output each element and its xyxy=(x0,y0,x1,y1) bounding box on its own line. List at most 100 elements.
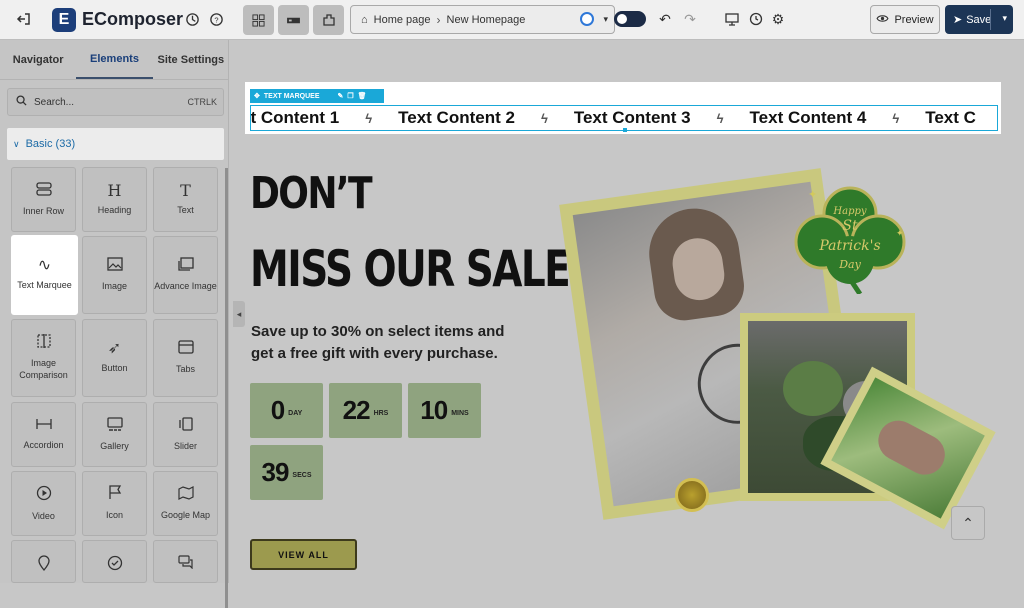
resize-handle[interactable] xyxy=(623,128,627,132)
flag-icon xyxy=(108,485,122,504)
badge-line3: Patrick's xyxy=(818,238,880,254)
countdown-days: 0 DAY xyxy=(250,383,323,438)
svg-text:✦: ✦ xyxy=(808,188,817,201)
move-icon[interactable]: ✥ xyxy=(254,92,260,100)
tab-navigator[interactable]: Navigator xyxy=(0,40,76,79)
apps-button[interactable] xyxy=(313,5,344,35)
badge-line1: Happy xyxy=(832,206,866,217)
element-label: Image Comparison xyxy=(19,358,68,380)
countdown-minutes: 10 MINS xyxy=(408,383,481,438)
element-icon[interactable]: Icon xyxy=(82,471,147,536)
tab-elements[interactable]: Elements xyxy=(76,40,153,79)
element-location[interactable] xyxy=(11,540,76,583)
scroll-to-top-button[interactable]: ⌃ xyxy=(951,506,985,540)
save-options-chevron-icon[interactable]: ▾ xyxy=(1002,13,1007,24)
comparison-icon xyxy=(36,334,51,352)
hero-heading-line1: DON’T xyxy=(250,168,373,219)
exit-icon[interactable] xyxy=(12,7,36,31)
element-label: Accordion xyxy=(23,439,64,450)
redo-icon[interactable]: ↷ xyxy=(678,7,702,31)
collapse-sidebar-button[interactable]: ◂ xyxy=(233,301,245,327)
countdown-unit: MINS xyxy=(451,410,469,417)
sidebar-scrollbar[interactable] xyxy=(225,168,228,608)
section-button[interactable] xyxy=(278,5,309,35)
svg-text:?: ? xyxy=(214,15,218,24)
sidebar-tabs: Navigator Elements Site Settings xyxy=(0,40,229,80)
search-input[interactable]: Search... CTRLK xyxy=(7,88,224,116)
help-icon[interactable]: ? xyxy=(204,7,228,31)
image-icon xyxy=(106,257,123,275)
element-text-marquee[interactable]: ∿ Text Marquee xyxy=(11,235,78,315)
duplicate-icon[interactable]: ❐ xyxy=(347,92,353,100)
element-label: Advance Image xyxy=(154,281,217,292)
check-circle-icon xyxy=(107,555,123,575)
history-icon[interactable] xyxy=(180,7,204,31)
puzzle-icon xyxy=(322,14,335,26)
element-text[interactable]: T Text xyxy=(153,167,218,232)
element-gallery[interactable]: Gallery xyxy=(82,402,147,467)
preview-button[interactable]: Preview xyxy=(870,5,940,34)
gallery-icon xyxy=(106,417,123,435)
view-all-button[interactable]: VIEW ALL xyxy=(250,539,357,570)
element-tabs[interactable]: Tabs xyxy=(153,319,218,397)
badge-line4: Day xyxy=(838,258,861,271)
rows-icon xyxy=(35,182,52,200)
desktop-icon[interactable] xyxy=(720,7,744,31)
home-icon: ⌂ xyxy=(361,13,368,26)
chevron-up-icon: ⌃ xyxy=(962,514,974,531)
text-marquee-section[interactable]: ✥ TEXT MARQUEE ✎ ❐ 🗑 xt Content 1 ϟ Text… xyxy=(245,82,1001,134)
theme-toggle[interactable] xyxy=(614,11,646,27)
layout-grid-button[interactable] xyxy=(243,5,274,35)
clock-icon[interactable] xyxy=(744,7,768,31)
element-heading[interactable]: H Heading xyxy=(82,167,147,232)
chevron-right-icon: › xyxy=(436,12,441,27)
edit-icon[interactable]: ✎ xyxy=(338,92,344,100)
element-label: Icon xyxy=(105,510,123,521)
svg-text:✦: ✦ xyxy=(896,229,904,239)
element-label: Text xyxy=(177,204,194,215)
element-check[interactable] xyxy=(82,540,147,583)
element-accordion[interactable]: Accordion xyxy=(11,402,76,467)
promo-discount: 30% xyxy=(331,323,362,340)
element-chat[interactable] xyxy=(153,540,218,583)
eye-icon xyxy=(876,14,889,26)
chevron-down-icon[interactable]: ▾ xyxy=(603,14,608,25)
element-inner-row[interactable]: Inner Row xyxy=(11,167,76,232)
slider-icon xyxy=(178,417,194,435)
element-google-map[interactable]: Google Map xyxy=(153,471,218,536)
undo-icon[interactable]: ↶ xyxy=(653,7,677,31)
search-placeholder: Search... xyxy=(34,96,75,108)
marquee-item: Text Content 4 xyxy=(749,108,867,127)
countdown-value: 39 xyxy=(261,457,290,487)
bolt-icon: ϟ xyxy=(716,110,724,126)
breadcrumb[interactable]: ⌂ Home page › New Homepage ▾ xyxy=(350,5,615,34)
element-image[interactable]: Image xyxy=(82,236,147,314)
breadcrumb-page[interactable]: New Homepage xyxy=(447,14,526,26)
marquee-item: xt Content 1 xyxy=(250,108,340,127)
text-icon: T xyxy=(180,180,191,200)
preview-label: Preview xyxy=(894,13,934,26)
badge-line2: St xyxy=(842,218,858,234)
sidebar: Navigator Elements Site Settings Search.… xyxy=(0,40,229,608)
element-image-comparison[interactable]: Image Comparison xyxy=(11,319,76,397)
search-shortcut: CTRLK xyxy=(187,97,217,107)
countdown-unit: SECS xyxy=(292,472,312,479)
breadcrumb-home[interactable]: Home page xyxy=(374,14,431,26)
basic-section-header[interactable]: ∨ Basic (33) xyxy=(7,128,224,160)
st-patricks-badge: Happy St Patrick's Day ✦ ✦ xyxy=(794,186,906,294)
element-advance-image[interactable]: Advance Image xyxy=(153,236,218,314)
save-label: Save xyxy=(966,13,992,26)
element-button[interactable]: ➶ Button xyxy=(82,319,147,397)
element-slider[interactable]: Slider xyxy=(153,402,218,467)
gear-icon[interactable]: ⚙ xyxy=(766,7,790,31)
element-label: Gallery xyxy=(100,440,129,451)
element-video[interactable]: Video xyxy=(11,471,76,536)
save-button[interactable]: ➤ Save ▾ xyxy=(945,5,1013,34)
tab-site-settings[interactable]: Site Settings xyxy=(153,40,229,79)
trash-icon[interactable]: 🗑 xyxy=(358,92,367,100)
countdown-value: 10 xyxy=(420,395,448,425)
countdown-unit: DAY xyxy=(288,410,303,417)
chat-icon xyxy=(177,555,194,573)
element-label: Button xyxy=(101,363,128,374)
play-icon xyxy=(36,485,52,505)
